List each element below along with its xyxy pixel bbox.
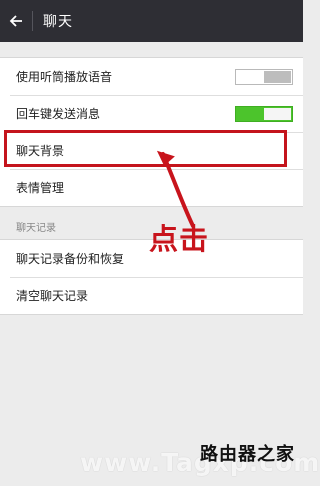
back-button[interactable] [0, 0, 32, 42]
click-annotation: 点击 [149, 222, 210, 256]
toggle-knob [264, 70, 291, 83]
setting-enter-to-send[interactable]: 回车键发送消息 [0, 95, 303, 132]
setting-label: 回车键发送消息 [16, 107, 101, 121]
toggle-knob [264, 107, 291, 120]
setting-label: 表情管理 [16, 181, 65, 195]
setting-earpiece-voice[interactable]: 使用听筒播放语音 [0, 58, 303, 95]
title-bar: 聊天 [0, 0, 303, 42]
setting-sticker-management[interactable]: 表情管理 [0, 169, 303, 206]
page-title: 聊天 [43, 14, 73, 30]
clear-chat-history[interactable]: 清空聊天记录 [0, 277, 303, 314]
setting-label: 聊天背景 [16, 144, 65, 158]
title-divider [32, 11, 33, 31]
enter-to-send-toggle[interactable] [235, 105, 293, 122]
setting-chat-background[interactable]: 聊天背景 [0, 132, 303, 169]
brand-logo-text: 路由器之家 [200, 444, 295, 465]
earpiece-voice-toggle[interactable] [235, 68, 293, 85]
chat-records-header: 聊天记录 [16, 223, 56, 234]
chat-settings-section: 使用听筒播放语音 回车键发送消息 聊天背景 表情管理 [0, 57, 303, 207]
setting-label: 使用听筒播放语音 [16, 70, 113, 84]
setting-label: 清空聊天记录 [16, 289, 89, 303]
back-arrow-icon [9, 15, 22, 27]
